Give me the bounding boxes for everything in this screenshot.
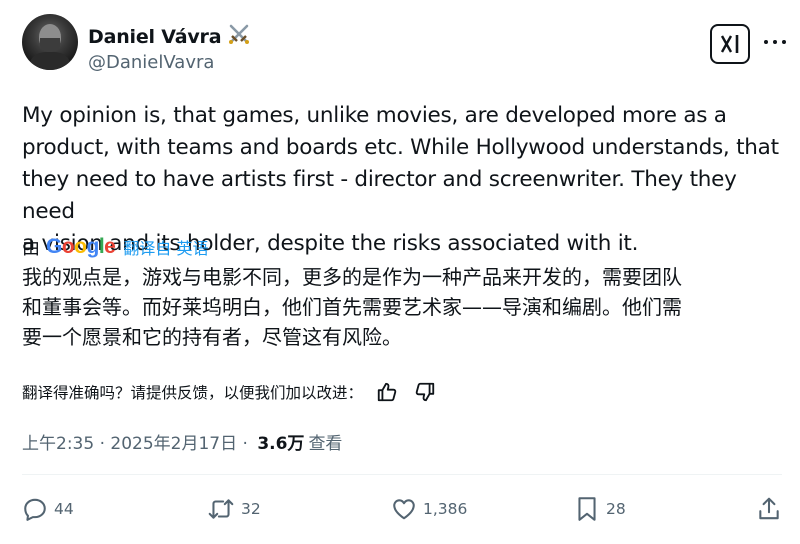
bookmark-icon (578, 497, 596, 521)
grok-icon (720, 35, 739, 53)
view-count: 3.6万 (257, 433, 305, 454)
tweet-meta: 上午2:35 · 2025年2月17日 · 3.6万 查看 (22, 429, 343, 454)
bookmark-button[interactable]: 28 (574, 492, 626, 526)
translation-attribution: 由 Google 翻译自 英语 (22, 234, 208, 260)
repost-icon (208, 499, 234, 519)
divider (22, 474, 782, 475)
like-button[interactable]: 1,386 (391, 492, 467, 526)
share-icon (759, 497, 779, 520)
view-label: 查看 (308, 433, 343, 454)
author-name[interactable]: Daniel Vávra (88, 26, 222, 48)
grok-button[interactable] (710, 24, 750, 64)
author-handle[interactable]: @DanielVavra (88, 52, 214, 73)
google-logo: Google (46, 235, 116, 258)
heart-icon (393, 499, 415, 520)
avatar-beard-shape (40, 38, 60, 52)
translation-feedback: 翻译得准确吗？请提供反馈，以便我们加以改进： (22, 378, 439, 406)
reply-icon (24, 498, 46, 521)
translated-by-label: 由 (22, 238, 40, 259)
more-button[interactable] (762, 32, 788, 52)
avatar[interactable] (22, 14, 78, 70)
thumbs-up-icon[interactable] (373, 378, 401, 406)
more-icon (764, 40, 768, 44)
tweet-timestamp[interactable]: 上午2:35 · 2025年2月17日 · (22, 429, 253, 454)
author-name-row: Daniel Vávra (88, 22, 251, 50)
translated-from-link[interactable]: 翻译自 英语 (123, 235, 208, 259)
thumbs-down-icon[interactable] (411, 378, 439, 406)
more-icon-dot (773, 40, 777, 44)
avatar-body-shape (30, 52, 70, 70)
feedback-question: 翻译得准确吗？请提供反馈，以便我们加以改进： (22, 384, 364, 402)
action-bar: 44 32 1,386 28 (22, 492, 782, 526)
tweet-header: Daniel Vávra @DanielVavra (22, 14, 786, 78)
crossed-swords-icon (227, 22, 251, 50)
repost-button[interactable]: 32 (207, 492, 261, 526)
repost-count: 32 (241, 500, 261, 518)
translated-text: 我的观点是，游戏与电影不同，更多的是作为一种产品来开发的，需要团队 和董事会等。… (22, 265, 682, 349)
reply-count: 44 (54, 500, 74, 518)
like-count: 1,386 (423, 500, 468, 518)
more-icon-dot (782, 40, 786, 44)
share-button[interactable] (756, 492, 782, 526)
reply-button[interactable]: 44 (22, 492, 74, 526)
bookmark-count: 28 (606, 500, 626, 518)
